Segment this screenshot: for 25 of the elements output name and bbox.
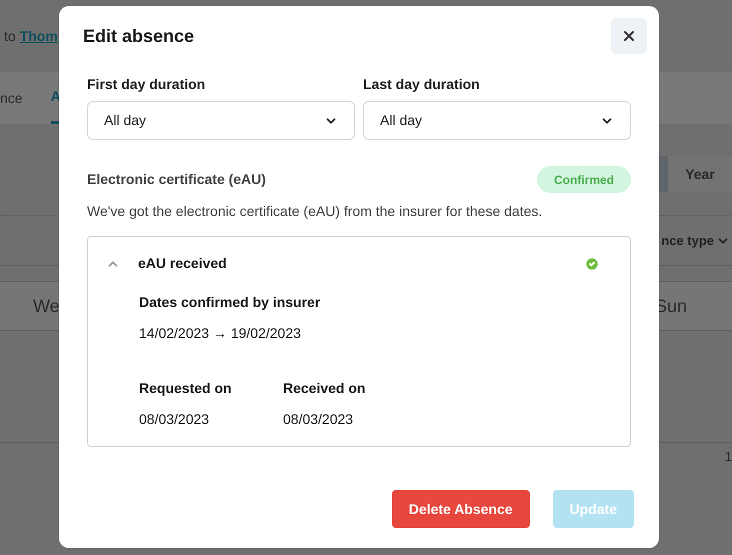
detail-label: Requested on xyxy=(139,379,233,398)
date-range: 14/02/2023 → 19/02/2023 xyxy=(139,324,302,343)
detail-value: 08/03/2023 xyxy=(139,410,210,429)
day-number: 1 xyxy=(724,448,732,466)
detail-label: Received on xyxy=(283,379,366,398)
tab[interactable]: nce xyxy=(0,72,39,124)
dialog-title: Edit absence xyxy=(83,24,194,48)
period-option[interactable]: Year xyxy=(668,156,732,192)
employee-link[interactable]: Thom xyxy=(20,26,58,46)
panel-title: eAU received xyxy=(138,254,227,273)
breadcrumb-text: to xyxy=(4,26,16,46)
weekday-label: We xyxy=(32,294,60,318)
duration-select[interactable]: All day xyxy=(87,101,355,140)
status-badge: Confirmed xyxy=(537,166,631,193)
field-label: First day duration xyxy=(87,75,206,94)
delete-button[interactable]: Delete Absence xyxy=(392,490,530,528)
duration-select[interactable]: All day xyxy=(363,101,631,140)
close-button[interactable] xyxy=(611,18,647,54)
close-icon xyxy=(621,28,637,44)
section-title: Electronic certificate (eAU) xyxy=(87,170,266,189)
field-label: Last day duration xyxy=(363,75,481,94)
certificate-description: We've got the electronic certificate (eAU) from the insurer for these dates. xyxy=(87,202,544,221)
detail-value: 08/03/2023 xyxy=(283,410,354,429)
filter-label[interactable]: nce type xyxy=(661,230,730,250)
detail-label: Dates confirmed by insurer xyxy=(139,293,322,312)
